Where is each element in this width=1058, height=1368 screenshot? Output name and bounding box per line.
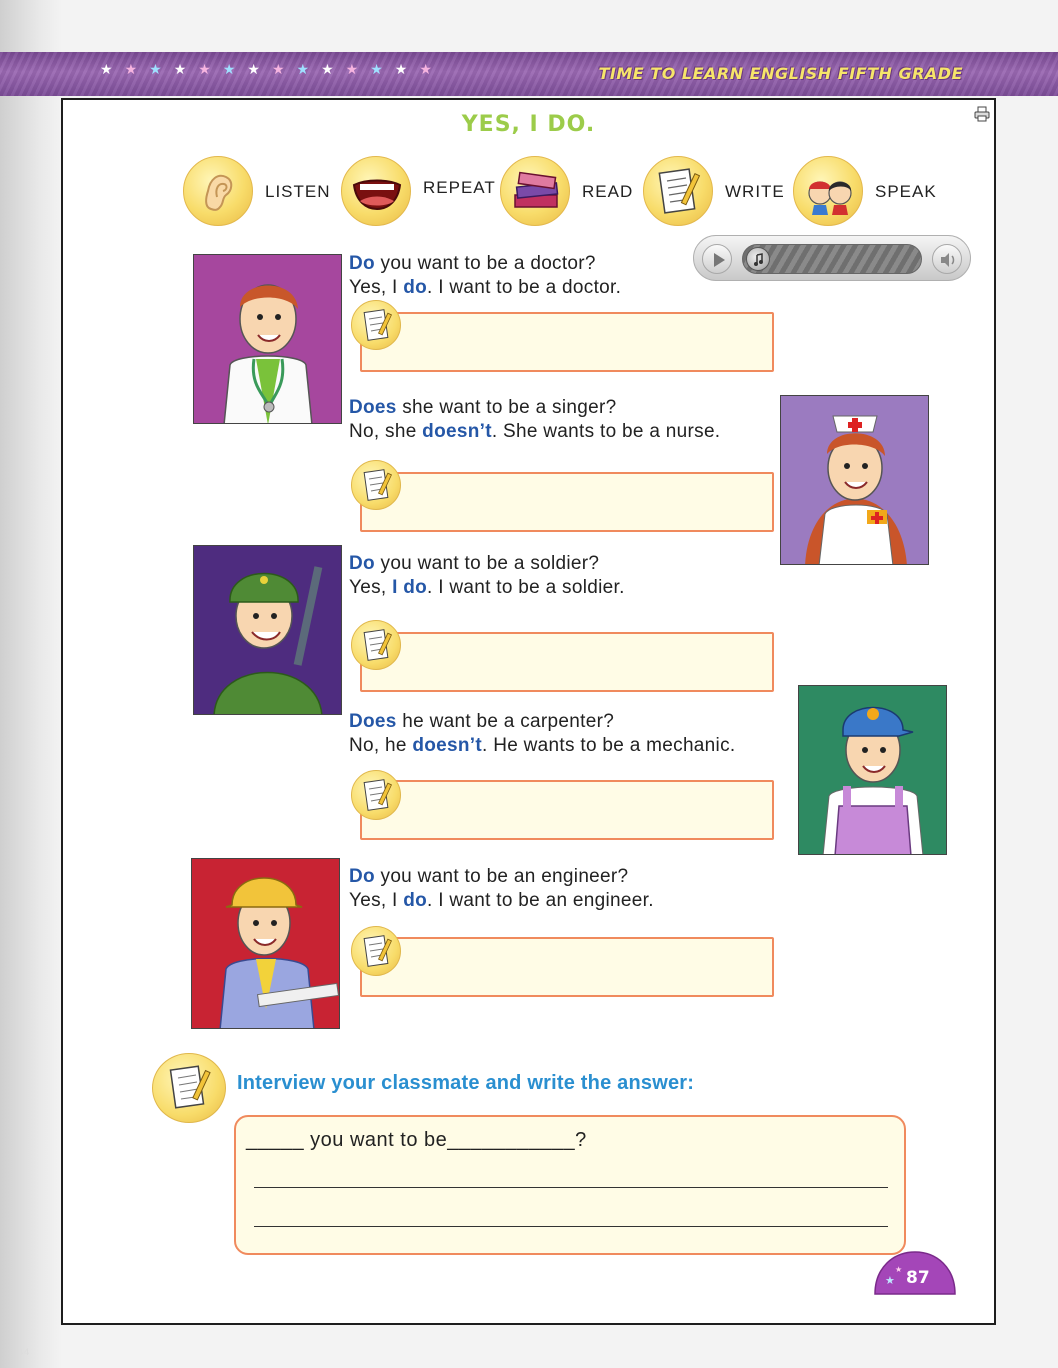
dialogue-nurse: Does she want to be a singer? No, she do… xyxy=(349,396,720,444)
answer-line: Yes, I do. I want to be an engineer. xyxy=(349,889,654,913)
notepad-icon xyxy=(643,156,713,226)
answer-keyword: doesn’t xyxy=(412,735,483,756)
book-icon xyxy=(500,156,570,226)
pencil-notepad-icon xyxy=(351,926,401,976)
notepad-pencil-icon xyxy=(152,1053,226,1123)
pencil-notepad-icon xyxy=(351,460,401,510)
question-line: Does she want to be a singer? xyxy=(349,396,720,420)
answer-line: Yes, I do. I want to be a doctor. xyxy=(349,276,621,300)
audio-seek-knob[interactable] xyxy=(746,247,770,271)
question-text: you want to be an engineer? xyxy=(374,866,629,887)
question-line: Do you want to be a soldier? xyxy=(349,552,625,576)
dialogue-doctor: Do you want to be a doctor? Yes, I do. I… xyxy=(349,252,621,300)
header-banner: ★★★★★★★★★★★★★★ TIME TO LEARN ENGLISH FIF… xyxy=(0,52,1058,96)
dialogue-mechanic: Does he want be a carpenter? No, he does… xyxy=(349,710,735,758)
question-text: you want to be a doctor? xyxy=(374,253,596,274)
interview-answer-box[interactable]: _____ you want to be___________? xyxy=(234,1115,906,1255)
nurse-illustration xyxy=(780,395,929,565)
skill-label: LISTEN xyxy=(265,182,331,201)
kids-talking-icon xyxy=(793,156,863,226)
skill-label: REPEAT xyxy=(423,178,496,197)
page-number-badge: ★ ★ 87 xyxy=(873,1250,957,1296)
interview-instruction: Interview your classmate and write the a… xyxy=(237,1072,695,1094)
answer-box[interactable] xyxy=(360,937,774,997)
answer-box[interactable] xyxy=(360,312,774,372)
answer-keyword: doesn’t xyxy=(422,421,492,442)
page-number: 87 xyxy=(906,1268,930,1288)
question-keyword: Does xyxy=(349,711,397,732)
question-keyword: Do xyxy=(349,253,375,274)
answer-text: Yes, I xyxy=(349,277,404,298)
sentence-text: you want to be xyxy=(304,1129,448,1151)
question-text: he want be a carpenter? xyxy=(396,711,615,732)
question-text: you want to be a soldier? xyxy=(374,553,600,574)
question-line: Do you want to be a doctor? xyxy=(349,252,621,276)
pencil-notepad-icon xyxy=(351,620,401,670)
mouth-icon xyxy=(341,156,411,226)
pencil-notepad-icon xyxy=(351,770,401,820)
skill-label: WRITE xyxy=(725,182,785,201)
mechanic-illustration xyxy=(798,685,947,855)
answer-text: No, she xyxy=(349,421,423,442)
doctor-illustration xyxy=(193,254,342,424)
answer-text: . I want to be an engineer. xyxy=(427,890,654,911)
question-keyword: Do xyxy=(349,553,375,574)
question-keyword: Does xyxy=(349,397,397,418)
answer-box[interactable] xyxy=(360,472,774,532)
worksheet-page: YES, I DO. LISTEN REPEAT READ WRITE SPEA… xyxy=(61,98,996,1325)
skill-label: SPEAK xyxy=(875,182,937,201)
page-title: YES, I DO. xyxy=(461,112,596,137)
answer-text: . She wants to be a nurse. xyxy=(491,421,721,442)
blank-long[interactable]: ___________? xyxy=(447,1129,586,1151)
volume-button[interactable] xyxy=(932,244,962,274)
answer-text: . I want to be a doctor. xyxy=(427,277,622,298)
skill-label: READ xyxy=(582,182,634,201)
answer-text: Yes, I xyxy=(349,890,404,911)
answer-box[interactable] xyxy=(360,780,774,840)
margin-page-number: 44 xyxy=(18,1348,30,1358)
interview-question-template: _____ you want to be___________? xyxy=(246,1129,587,1152)
pencil-notepad-icon xyxy=(351,300,401,350)
answer-line: No, she doesn’t. She wants to be a nurse… xyxy=(349,420,720,444)
answer-text: Yes, xyxy=(349,577,393,598)
answer-line: Yes, I do. I want to be a soldier. xyxy=(349,576,625,600)
engineer-illustration xyxy=(191,858,340,1029)
question-line: Does he want be a carpenter? xyxy=(349,710,735,734)
answer-keyword: do xyxy=(403,277,428,298)
banner-title: TIME TO LEARN ENGLISH FIFTH GRADE xyxy=(598,64,963,83)
answer-text: . He wants to be a mechanic. xyxy=(482,735,736,756)
question-keyword: Do xyxy=(349,866,375,887)
question-line: Do you want to be an engineer? xyxy=(349,865,654,889)
svg-text:★: ★ xyxy=(895,1265,902,1274)
ear-icon xyxy=(183,156,253,226)
play-button[interactable] xyxy=(702,244,732,274)
dialogue-soldier: Do you want to be a soldier? Yes, I do. … xyxy=(349,552,625,600)
answer-text: . I want to be a soldier. xyxy=(427,577,625,598)
soldier-illustration xyxy=(193,545,342,715)
blank-short[interactable]: _____ xyxy=(246,1129,304,1151)
answer-box[interactable] xyxy=(360,632,774,692)
answer-text: No, he xyxy=(349,735,413,756)
star-decoration: ★★★★★★★★★★★★★★ xyxy=(100,62,444,78)
writing-line[interactable] xyxy=(254,1187,888,1188)
question-text: she want to be a singer? xyxy=(396,397,617,418)
answer-keyword: do xyxy=(403,890,428,911)
svg-text:★: ★ xyxy=(885,1274,895,1287)
answer-line: No, he doesn’t. He wants to be a mechani… xyxy=(349,734,735,758)
dialogue-engineer: Do you want to be an engineer? Yes, I do… xyxy=(349,865,654,913)
writing-line[interactable] xyxy=(254,1226,888,1227)
audio-player[interactable] xyxy=(693,235,971,281)
answer-keyword: I do xyxy=(392,577,428,598)
